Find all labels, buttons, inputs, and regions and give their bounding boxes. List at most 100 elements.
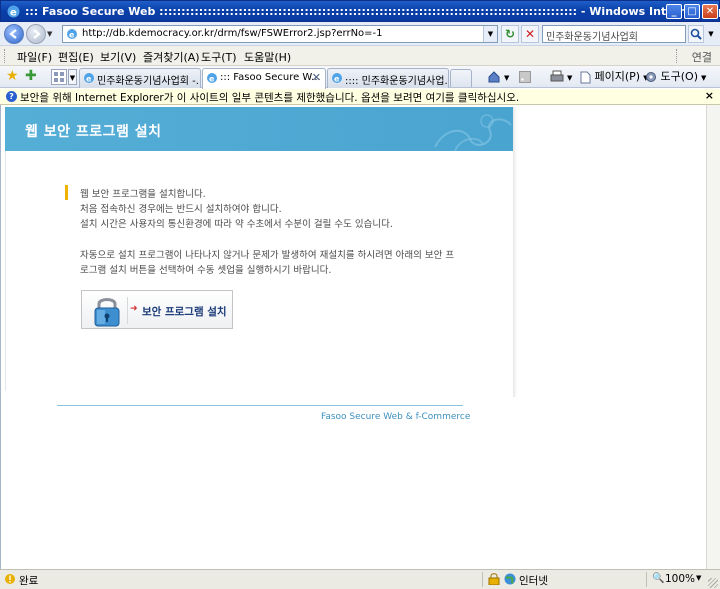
svg-text:e: e: [209, 75, 215, 84]
close-infobar-icon[interactable]: ×: [705, 89, 714, 102]
page-banner: 웹 보안 프로그램 설치: [5, 107, 513, 151]
tab-fasoo-secure-web[interactable]: e ::: Fasoo Secure W... ✕: [202, 68, 326, 89]
feeds-button[interactable]: [519, 69, 531, 85]
page-menu-label: 페이지(P): [594, 70, 641, 83]
vertical-scrollbar[interactable]: [706, 105, 720, 569]
history-dropdown-icon[interactable]: ▼: [47, 30, 52, 38]
home-button[interactable]: ▼: [487, 69, 509, 85]
intro-line-2: 처음 접속하신 경우에는 반드시 설치하여야 합니다.: [80, 204, 282, 215]
close-tab-icon[interactable]: ✕: [312, 71, 321, 84]
page-content: 웹 보안 프로그램 설치 웹 보안 프로그램을 설치합니다. 처음 접속하신 경…: [0, 105, 706, 569]
address-dropdown-icon[interactable]: ▼: [483, 26, 497, 42]
information-bar[interactable]: ? 보안을 위해 Internet Explorer가 이 사이트의 일부 콘텐…: [0, 89, 720, 105]
page-icon: [580, 71, 591, 83]
window-title: ::: Fasoo Secure Web :::::::::::::::::::…: [25, 5, 720, 18]
button-divider: [127, 297, 128, 324]
intro-line-1: 웹 보안 프로그램을 설치합니다.: [80, 189, 206, 200]
tools-menu-button[interactable]: 도구(O) ▼: [645, 69, 706, 85]
manual-install-line-2: 로그램 설치 버튼을 선택하여 수동 셋업을 실행하시기 바랍니다.: [80, 265, 332, 276]
toolbar-grip: [4, 49, 7, 63]
zoom-level[interactable]: 100%: [665, 573, 695, 585]
status-text: 완료: [19, 575, 39, 587]
zoom-icon: 🔍: [652, 573, 665, 584]
tab-kdemocracy[interactable]: e 민주화운동기념사업회 -...: [79, 68, 201, 88]
footer-divider: [57, 405, 463, 406]
links-separator: [676, 49, 677, 63]
footer-text: Fasoo Secure Web & f-Commerce: [321, 412, 471, 422]
zoom-dropdown-icon[interactable]: ▼: [696, 574, 701, 582]
ie-page-icon: e: [207, 73, 217, 84]
rss-feed-icon: [519, 71, 531, 83]
favorites-center-icon[interactable]: ★: [6, 69, 19, 83]
print-button[interactable]: ▼: [550, 69, 572, 85]
search-options-dropdown-icon[interactable]: ▼: [705, 25, 717, 43]
intro-line-3: 설치 시간은 사용자의 통신환경에 따라 약 수초에서 수분이 걸릴 수도 있습…: [80, 219, 393, 230]
stop-button[interactable]: ✕: [521, 25, 539, 43]
tab-kdemocracy-2[interactable]: e :::: 민주화운동기념사업...: [327, 68, 449, 88]
infobar-message[interactable]: 보안을 위해 Internet Explorer가 이 사이트의 일부 콘텐츠를…: [20, 90, 519, 105]
menu-file[interactable]: 파일(F): [17, 49, 52, 65]
tools-menu-label: 도구(O): [660, 70, 698, 83]
install-security-program-button[interactable]: ➜ 보안 프로그램 설치: [81, 290, 233, 329]
address-toolbar: ▼ e http://db.kdemocracy.or.kr/drm/fsw/F…: [0, 22, 720, 46]
left-border-line: [5, 151, 6, 391]
manual-install-line-1: 자동으로 설치 프로그램이 나타나지 않거나 문제가 발생하여 재설치를 하시려…: [80, 250, 455, 261]
address-field[interactable]: e http://db.kdemocracy.or.kr/drm/fsw/FSW…: [62, 25, 498, 43]
right-shadow: [513, 107, 517, 397]
maximize-button[interactable]: □: [684, 4, 700, 19]
svg-text:e: e: [10, 8, 17, 19]
internet-zone-globe-icon: [504, 573, 516, 585]
menu-favorites[interactable]: 즐겨찾기(A): [143, 49, 200, 65]
new-tab-button[interactable]: [450, 69, 472, 87]
address-url[interactable]: http://db.kdemocracy.or.kr/drm/fsw/FSWEr…: [82, 28, 383, 39]
menu-edit[interactable]: 편집(E): [58, 49, 94, 65]
info-question-icon: ?: [6, 91, 17, 102]
arrow-icon: ➜: [130, 304, 138, 314]
cloud-pattern-decoration: [434, 114, 512, 151]
back-button[interactable]: [4, 24, 24, 44]
add-to-favorites-icon[interactable]: ✚: [25, 69, 37, 83]
close-window-button[interactable]: ✕: [702, 4, 718, 19]
forward-button[interactable]: [26, 24, 46, 44]
security-zone-label: 인터넷: [519, 575, 548, 587]
magnifier-icon: [690, 28, 702, 40]
protected-mode-icon: [488, 573, 500, 585]
tab-label: :::: 민주화운동기념사업...: [345, 76, 449, 87]
menu-help[interactable]: 도움말(H): [244, 49, 291, 65]
ie-logo-icon: e: [7, 5, 20, 19]
quick-tabs-icon: [54, 72, 64, 82]
forward-arrow-icon: [33, 29, 41, 39]
lock-icon: [94, 298, 120, 327]
status-bar: 완료 인터넷 🔍 100% ▼: [0, 569, 720, 589]
status-separator: [646, 572, 647, 587]
tab-label: 민주화운동기념사업회 -...: [97, 76, 201, 87]
menu-view[interactable]: 보기(V): [100, 49, 136, 65]
home-icon: [488, 71, 500, 83]
menu-bar: 파일(F) 편집(E) 보기(V) 즐겨찾기(A) 도구(T) 도움말(H) 연…: [0, 46, 720, 66]
page-menu-button[interactable]: 페이지(P) ▼: [580, 69, 648, 85]
gear-icon: [646, 72, 656, 82]
section-accent-bar: [65, 185, 68, 200]
back-arrow-icon: [9, 29, 17, 39]
page-title: 웹 보안 프로그램 설치: [25, 124, 162, 140]
ie-page-icon: e: [84, 73, 94, 84]
svg-text:e: e: [69, 31, 75, 40]
search-value[interactable]: 민주화운동기념사업회: [546, 28, 638, 43]
install-button-label: 보안 프로그램 설치: [142, 306, 227, 318]
refresh-button[interactable]: ↻: [501, 25, 519, 43]
quick-tabs-button[interactable]: [51, 69, 67, 85]
page-icon: e: [67, 29, 77, 40]
search-button[interactable]: [688, 25, 704, 43]
resize-grip[interactable]: [708, 578, 718, 588]
printer-icon: [550, 70, 564, 82]
tab-toolbar: ★ ✚ ▼ e 민주화운동기념사업회 -... e ::: Fasoo Secu…: [0, 66, 720, 89]
search-input[interactable]: 민주화운동기념사업회: [542, 25, 686, 43]
links-toolbar[interactable]: 연결: [692, 49, 712, 65]
status-separator: [482, 572, 483, 587]
svg-text:e: e: [86, 75, 92, 84]
tab-label: ::: Fasoo Secure W...: [220, 72, 321, 83]
title-bar: e ::: Fasoo Secure Web :::::::::::::::::…: [0, 0, 720, 22]
minimize-button[interactable]: _: [666, 4, 682, 19]
tab-list-dropdown-icon[interactable]: ▼: [68, 69, 77, 85]
menu-tools[interactable]: 도구(T): [201, 49, 237, 65]
